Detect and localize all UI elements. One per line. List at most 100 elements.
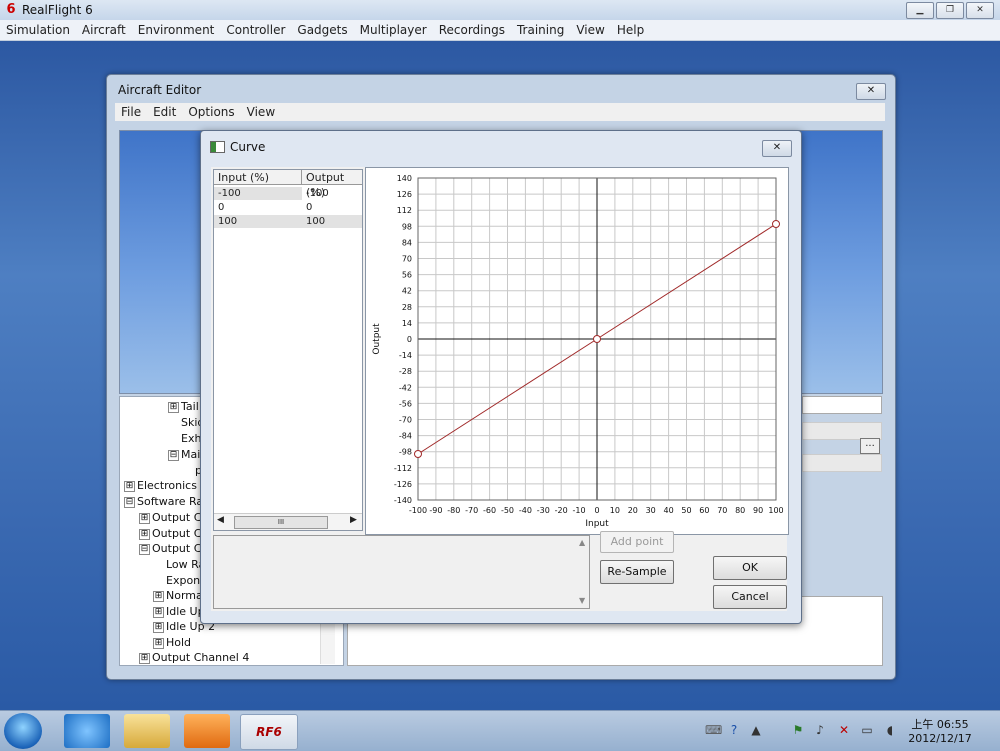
y-tick-label: -98 — [399, 448, 412, 457]
column-header-input[interactable]: Input (%) — [214, 170, 302, 185]
taskbar: RF6 ⌨ ? ▲ ⚑ ♪ ✕ ▭ ◖ 上午 06:55 2012/12/17 — [0, 710, 1000, 751]
scroll-down-icon[interactable]: ▼ — [579, 596, 585, 605]
clock-time[interactable]: 上午 06:55 — [905, 716, 975, 732]
x-tick-label: -20 — [555, 506, 568, 515]
x-tick-label: -40 — [519, 506, 532, 515]
internet-explorer-icon[interactable] — [64, 714, 110, 748]
editor-menu-view[interactable]: View — [241, 103, 281, 121]
menu-gadgets[interactable]: Gadgets — [291, 21, 353, 39]
expand-icon[interactable]: ⊞ — [139, 528, 150, 540]
clock-date[interactable]: 2012/12/17 — [905, 732, 975, 745]
x-tick-label: 100 — [768, 506, 783, 515]
display-icon[interactable]: ▭ — [860, 723, 874, 737]
menu-help[interactable]: Help — [611, 21, 650, 39]
scroll-up-icon[interactable]: ▲ — [579, 538, 585, 547]
table-cell-output[interactable]: 0 — [302, 201, 362, 214]
editor-menu-file[interactable]: File — [115, 103, 147, 121]
table-cell-output[interactable]: -100 — [302, 187, 362, 200]
curve-close-button[interactable]: ✕ — [762, 140, 792, 157]
editor-menu-edit[interactable]: Edit — [147, 103, 182, 121]
network-warning-icon[interactable]: ✕ — [837, 723, 851, 737]
tree-item[interactable]: ⊞ Output Ch — [139, 527, 208, 541]
menu-training[interactable]: Training — [511, 21, 570, 39]
tree-item[interactable]: ⊟ Output Ch — [139, 542, 208, 556]
realflight-taskbar-button[interactable]: RF6 — [240, 714, 298, 750]
minimize-button[interactable]: ▁ — [906, 2, 934, 19]
expand-icon[interactable]: ⊞ — [124, 480, 135, 492]
collapse-icon[interactable]: ⊟ — [168, 449, 179, 461]
tree-item[interactable]: ⊞ Output Ch — [139, 511, 208, 525]
table-cell-input[interactable]: 0 — [214, 201, 302, 214]
app-menubar: Simulation Aircraft Environment Controll… — [0, 20, 1000, 41]
y-tick-label: 126 — [397, 190, 412, 199]
column-header-output[interactable]: Output (%) — [302, 170, 362, 199]
table-hscrollbar[interactable]: ◀ III ▶ — [214, 513, 362, 530]
expand-icon[interactable]: ⊞ — [153, 606, 164, 618]
x-tick-label: 30 — [646, 506, 656, 515]
scroll-left-icon[interactable]: ◀ — [217, 515, 224, 525]
add-point-button[interactable]: Add point — [600, 531, 674, 553]
curve-plot[interactable]: -100 -90 -80 -70 -60 -50 -40 -30 -20 -10 0 10 20 30 40… — [365, 167, 789, 535]
curve-point[interactable] — [414, 450, 422, 458]
menu-environment[interactable]: Environment — [132, 21, 221, 39]
tree-item[interactable]: ⊞ Idle Up — [153, 605, 205, 619]
menu-simulation[interactable]: Simulation — [0, 21, 76, 39]
curve-notes-box[interactable]: ▲ ▼ — [213, 535, 590, 609]
curve-chart[interactable]: -100 -90 -80 -70 -60 -50 -40 -30 -20 -10 0 10 20 30 40… — [366, 168, 788, 534]
speaker-icon[interactable]: ◖ — [883, 723, 897, 737]
y-tick-label: -56 — [399, 399, 412, 408]
close-button[interactable]: ✕ — [966, 2, 994, 19]
tree-item[interactable]: ⊞ Output Channel 4 — [139, 651, 249, 665]
tree-item[interactable]: ⊟ Software Rad — [124, 495, 210, 509]
media-player-icon[interactable] — [184, 714, 230, 748]
expand-icon[interactable]: ⊞ — [153, 621, 164, 633]
x-tick-label: 10 — [610, 506, 620, 515]
collapse-icon[interactable]: ⊟ — [139, 543, 150, 555]
expand-icon[interactable]: ⊞ — [153, 637, 164, 649]
curve-point[interactable] — [772, 220, 780, 228]
collapse-icon[interactable]: ⊟ — [124, 496, 135, 508]
expand-icon[interactable]: ⊞ — [168, 401, 179, 413]
y-tick-label: 140 — [397, 174, 412, 183]
show-hidden-icons-icon[interactable]: ▲ — [749, 723, 763, 737]
cancel-button[interactable]: Cancel — [713, 585, 787, 609]
property-field[interactable] — [802, 454, 882, 472]
help-icon[interactable]: ? — [727, 723, 741, 737]
ok-button[interactable]: OK — [713, 556, 787, 580]
menu-recordings[interactable]: Recordings — [433, 21, 511, 39]
start-button[interactable] — [4, 713, 42, 749]
keyboard-icon[interactable]: ⌨ — [705, 723, 722, 737]
property-field[interactable] — [802, 396, 882, 414]
file-explorer-icon[interactable] — [124, 714, 170, 748]
y-tick-label: -140 — [394, 496, 412, 505]
expand-icon[interactable]: ⊞ — [139, 512, 150, 524]
curve-point[interactable] — [593, 335, 601, 343]
tree-item[interactable]: ⊞ Normal — [153, 589, 206, 603]
browse-button[interactable]: ... — [860, 438, 880, 454]
menu-controller[interactable]: Controller — [220, 21, 291, 39]
table-cell-input[interactable]: 100 — [214, 215, 302, 228]
y-tick-label: -42 — [399, 383, 412, 392]
table-cell-input[interactable]: -100 — [214, 187, 302, 200]
y-tick-label: 112 — [397, 206, 412, 215]
scroll-right-icon[interactable]: ▶ — [350, 515, 357, 525]
tree-item[interactable]: ⊞ Electronics — [124, 479, 197, 493]
editor-menu-options[interactable]: Options — [182, 103, 240, 121]
restore-button[interactable]: ❐ — [936, 2, 964, 19]
x-tick-label: -30 — [537, 506, 550, 515]
menu-view[interactable]: View — [570, 21, 610, 39]
expand-icon[interactable]: ⊞ — [139, 652, 150, 664]
y-tick-label: 42 — [402, 287, 412, 296]
x-tick-label: 50 — [681, 506, 691, 515]
editor-close-button[interactable]: ✕ — [856, 83, 886, 100]
action-center-icon[interactable]: ⚑ — [791, 723, 805, 737]
table-cell-output[interactable]: 100 — [302, 215, 362, 228]
volume-icon[interactable]: ♪ — [813, 723, 827, 737]
curve-dialog-body: Input (%) Output (%) -100 -100 0 0 100 1… — [211, 167, 789, 611]
menu-aircraft[interactable]: Aircraft — [76, 21, 132, 39]
expand-icon[interactable]: ⊞ — [153, 590, 164, 602]
resample-button[interactable]: Re-Sample — [600, 560, 674, 584]
tree-item[interactable]: ⊞ Hold — [153, 636, 191, 650]
scroll-thumb[interactable]: III — [234, 516, 328, 529]
menu-multiplayer[interactable]: Multiplayer — [354, 21, 433, 39]
